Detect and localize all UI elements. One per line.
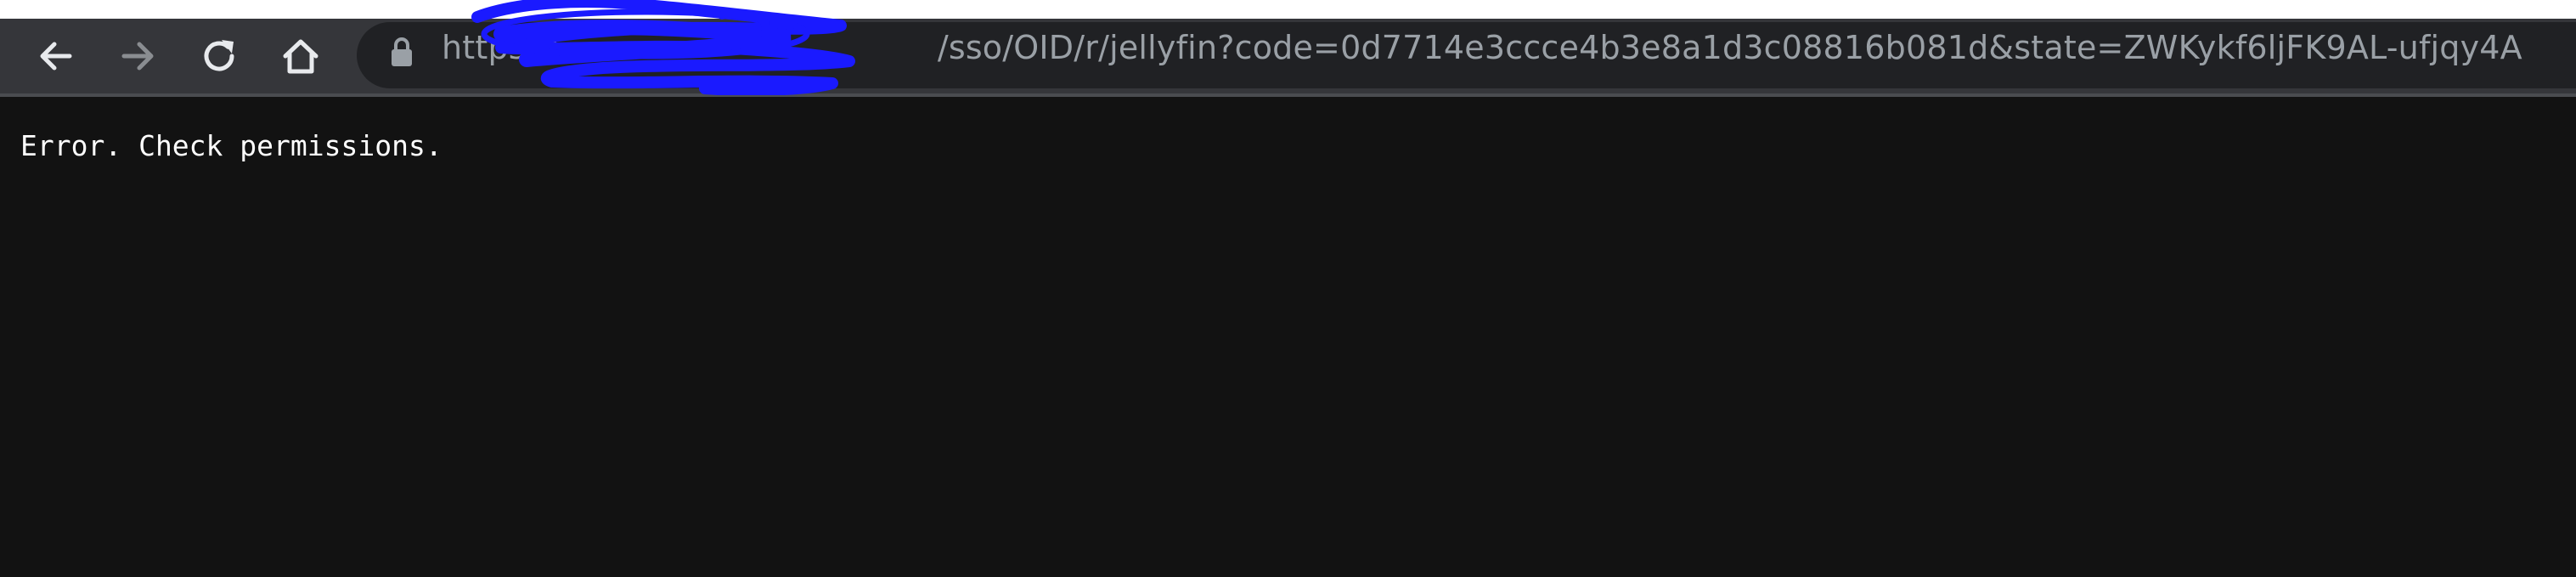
page-content: [0, 97, 2576, 577]
error-message: Error. Check permissions.: [20, 129, 442, 162]
url-scheme: https://: [442, 29, 559, 66]
reload-button[interactable]: [185, 19, 253, 93]
home-button[interactable]: [267, 19, 335, 93]
back-icon: [40, 42, 72, 71]
lock-icon: [392, 37, 412, 66]
back-button[interactable]: [22, 19, 90, 93]
reload-icon: [204, 40, 234, 71]
window-top-strip: [0, 0, 2576, 19]
forward-icon: [121, 42, 154, 71]
url-path: /sso/OID/r/jellyfin?code=0d7714e3ccce4b3…: [937, 29, 2522, 66]
home-icon: [283, 39, 318, 74]
address-bar-url[interactable]: https:// /sso/OID/r/jellyfin?code=0d7714e…: [442, 20, 2522, 75]
forward-button[interactable]: [104, 19, 172, 93]
